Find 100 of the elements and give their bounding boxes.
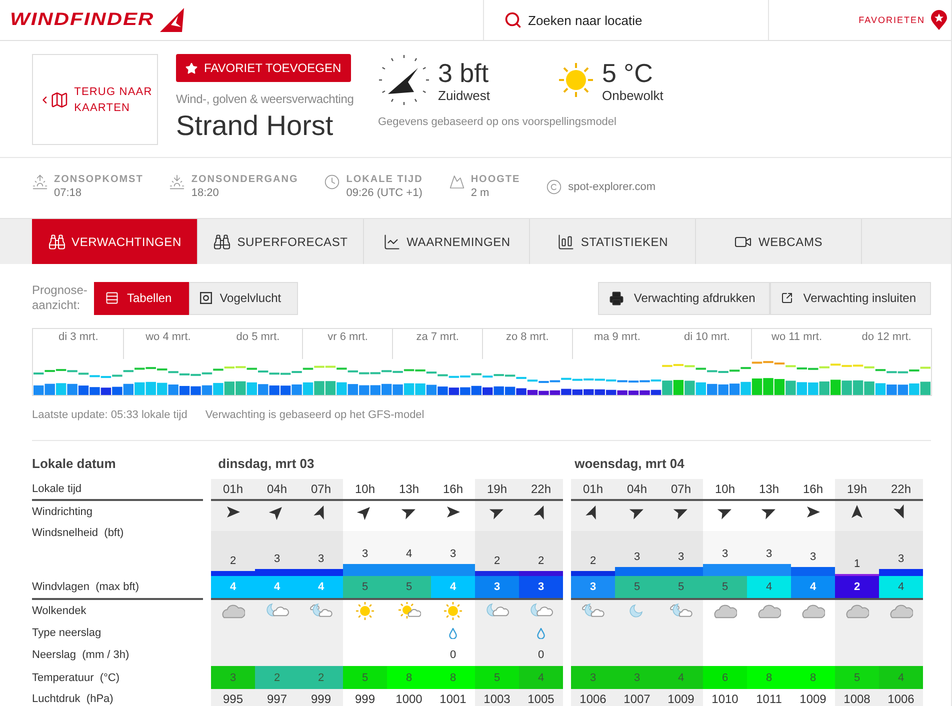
time-cell: 10h — [354, 482, 376, 496]
time-cell: 22h — [890, 482, 912, 496]
date-heading: woensdag, mrt 04 — [574, 456, 684, 471]
aerial-view-icon — [200, 292, 212, 304]
print-button[interactable]: Verwachting afdrukken — [598, 282, 770, 314]
binoculars-icon — [213, 232, 232, 250]
embed-button[interactable]: Verwachting insluiten — [770, 282, 931, 314]
table-cell-text: 3 — [764, 548, 774, 560]
logo-icon — [158, 8, 186, 32]
date-heading: dinsdag, mrt 03 — [218, 456, 314, 471]
add-favorite-button[interactable]: FAVORIET TOEVOEGEN — [176, 54, 352, 82]
time-cell: 16h — [442, 482, 464, 496]
spot-name: Strand Horst — [176, 110, 334, 142]
day-label: di 10 mrt. — [683, 330, 731, 345]
gust-cell: 4 — [791, 576, 835, 600]
time-cell: 01h — [582, 482, 604, 496]
temperature-cell: 3 — [615, 666, 659, 689]
update-info: Laatste update: 05:33 lokale tijd — [32, 409, 188, 423]
table-cell-text: 3 — [808, 551, 818, 563]
gust-cell: 2 — [835, 576, 879, 600]
source-link[interactable]: spot-explorer.com — [568, 181, 656, 193]
time-cell: 16h — [802, 482, 824, 496]
day-label: za 7 mrt. — [392, 329, 482, 359]
weather-condition: Onbewolkt — [602, 88, 664, 102]
time-cell: 13h — [758, 482, 780, 496]
gust-cell: 5 — [343, 576, 387, 600]
temperature-cell: 3 — [571, 666, 615, 689]
table-cell-text: 3 — [448, 548, 458, 560]
gust-cell: 3 — [571, 576, 615, 600]
temperature-cell: 2 — [299, 666, 343, 689]
table-cell: 995 — [222, 692, 244, 706]
table-cell: 999 — [354, 692, 376, 706]
temperature-cell: 8 — [791, 666, 835, 689]
row-label: Lokale tijd — [32, 483, 82, 495]
time-cell: 01h — [222, 482, 244, 496]
search-icon[interactable] — [504, 11, 522, 29]
fact-label: ZONSOPKOMST — [54, 174, 144, 185]
gust-cell: 4 — [255, 576, 299, 600]
printer-icon — [608, 290, 624, 306]
table-cell-text: 3 — [896, 552, 906, 565]
row-label: Windvlagen (max bft) — [32, 581, 139, 593]
binoculars-icon — [48, 232, 66, 250]
temperature-cell: 6 — [703, 666, 747, 689]
view-toggle-button[interactable]: Vogelvlucht — [188, 282, 298, 314]
gust-cell: 4 — [879, 576, 923, 600]
rows-icon — [105, 291, 119, 305]
day-label: wo 4 mrt. — [122, 329, 213, 359]
table-cell-text: 4 — [404, 548, 414, 560]
favorites-link[interactable]: FAVORIETEN — [858, 0, 951, 40]
temperature: 5 °C — [602, 58, 654, 88]
table-cell: 1009 — [800, 692, 826, 706]
table-cell: 1006 — [580, 692, 606, 706]
temperature-cell: 4 — [519, 666, 563, 689]
table-cell-text: 3 — [272, 552, 282, 565]
mountain-icon — [448, 174, 465, 190]
gust-cell: 4 — [211, 576, 255, 600]
time-cell: 04h — [266, 482, 288, 496]
temperature-cell: 3 — [211, 666, 255, 689]
table-cell: 1000 — [396, 692, 422, 706]
fact-label: HOOGTE — [470, 174, 520, 185]
temperature-cell: 8 — [431, 666, 475, 689]
table-cell: 1003 — [484, 692, 510, 706]
table-cell-text: 2 — [228, 555, 238, 568]
day-label: di 3 mrt. — [58, 330, 100, 345]
back-to-maps-link[interactable]: TERUG NAAR KAARTEN — [32, 54, 158, 145]
table-cell: 1001 — [440, 692, 466, 706]
table-cell: 1009 — [668, 692, 694, 706]
table-cell-text: 3 — [632, 551, 642, 563]
table-cell: 1008 — [844, 692, 870, 706]
table-cell: 1005 — [528, 692, 554, 706]
wind-direction-icon — [378, 54, 430, 106]
tab[interactable]: VERWACHTINGEN — [32, 219, 198, 264]
temperature-cell: 5 — [475, 666, 519, 689]
gust-cell: 5 — [703, 576, 747, 600]
time-cell: 13h — [398, 482, 420, 496]
table-cell: 0 — [450, 649, 456, 661]
update-info: Verwachting is gebaseerd op het GFS-model — [205, 409, 424, 423]
table-cell: 999 — [310, 692, 332, 706]
line-chart-icon — [382, 232, 401, 250]
gust-cell: 4 — [431, 576, 475, 600]
time-cell: 07h — [670, 482, 692, 496]
day-label: ma 9 mrt. — [572, 329, 662, 359]
time-cell: 10h — [714, 482, 736, 496]
data-source-note: Gegevens gebaseerd op ons voorspellingsmodel — [378, 116, 618, 128]
day-label: do 5 mrt. — [235, 330, 281, 345]
logo[interactable]: WINDFINDER — [10, 10, 154, 30]
spot-subtitle: Wind-, golven & weersverwachting — [176, 92, 354, 106]
sunrise-icon — [32, 174, 48, 190]
table-cell-text: 3 — [676, 551, 686, 563]
fact-label: ZONSONDERGANG — [191, 174, 298, 185]
bar-chart-icon — [556, 232, 575, 250]
fact-value: 18:20 — [191, 187, 220, 199]
row-label: Wolkendek — [32, 605, 86, 617]
row-label: Neerslag (mm / 3h) — [32, 649, 130, 661]
view-toggle-button[interactable]: Tabellen — [94, 282, 189, 314]
view-label: Prognose-aanzicht: — [32, 283, 88, 313]
table-cell-text: 3 — [316, 552, 326, 565]
fact-label: LOKALE TIJD — [346, 174, 423, 185]
temperature-cell: 5 — [835, 666, 879, 689]
column-heading: Lokale datum — [32, 456, 116, 471]
